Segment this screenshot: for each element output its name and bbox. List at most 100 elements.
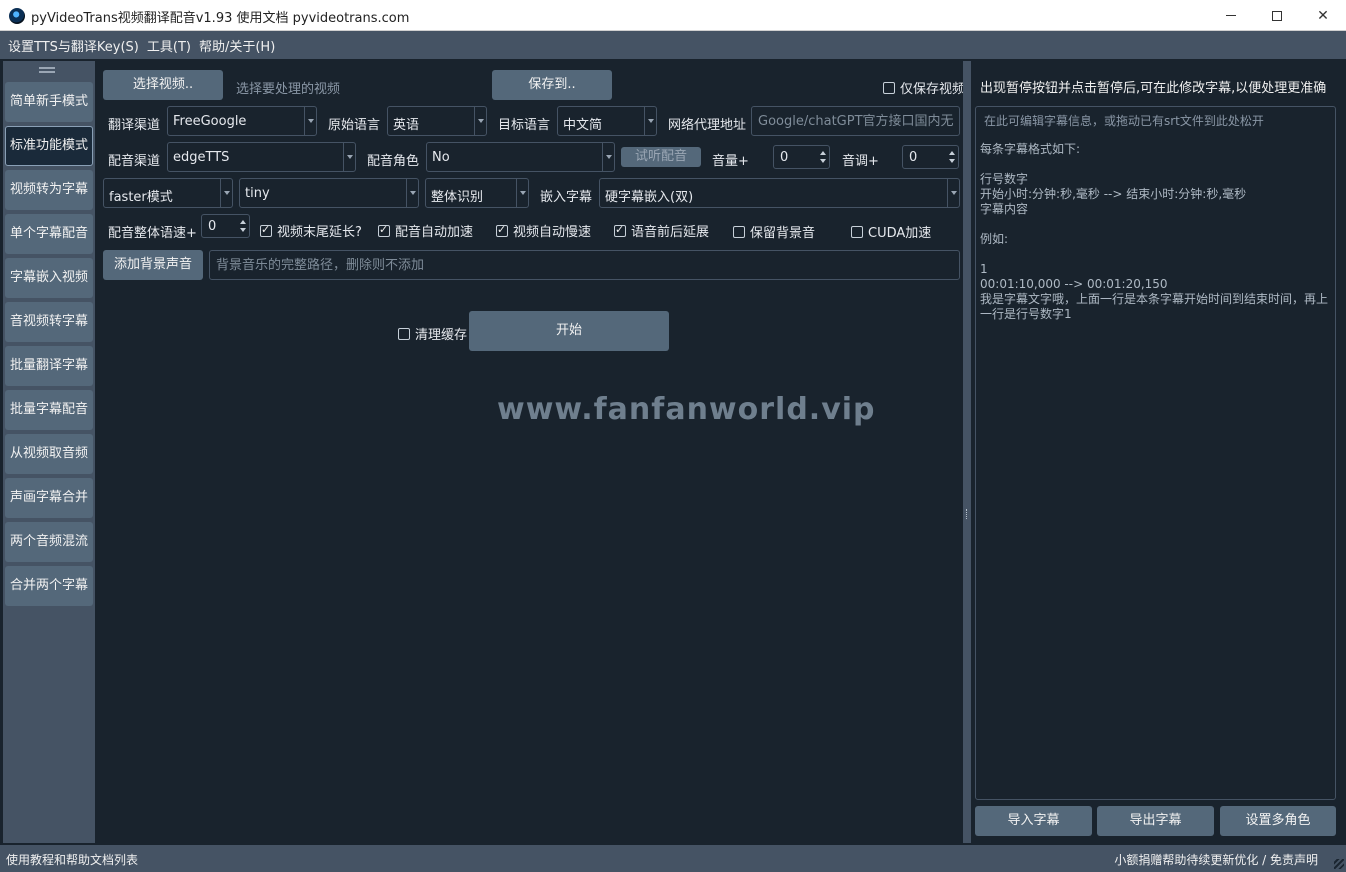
speed-stepper[interactable]: 0 — [201, 214, 250, 238]
voice-pad-label: 语音前后延展 — [631, 225, 710, 240]
resize-grip-icon[interactable] — [1334, 859, 1344, 869]
model-size-value: tiny — [245, 186, 270, 201]
sidebar-item-subtitle-dub[interactable]: 单个字幕配音 — [5, 214, 93, 254]
sidebar-item-video-to-subtitle[interactable]: 视频转为字幕 — [5, 170, 93, 210]
voice-role-label: 配音角色 — [367, 154, 420, 169]
checkbox-box — [398, 327, 410, 340]
voice-pad-checkbox[interactable]: 语音前后延展 — [614, 221, 709, 240]
sidebar-item-av-to-subtitle[interactable]: 音视频转字幕 — [5, 302, 93, 342]
select-video-button[interactable]: 选择视频.. — [103, 70, 223, 100]
model-size-select[interactable]: tiny — [239, 178, 419, 208]
add-background-audio-button[interactable]: 添加背景声音 — [103, 250, 203, 280]
minimize-icon — [1226, 15, 1236, 16]
proxy-field[interactable] — [751, 106, 960, 136]
source-language-select[interactable]: 英语 — [387, 106, 487, 136]
help-line: 我是字幕文字哦，上面一行是本条字幕开始时间到结束时间，再上一行是行号数字1 — [980, 292, 1329, 321]
sidebar-item-merge-subtitles[interactable]: 合并两个字幕 — [5, 566, 93, 606]
spin-up-icon[interactable] — [239, 218, 247, 226]
spin-up-icon[interactable] — [948, 149, 956, 157]
keep-bg-label: 保留背景音 — [750, 226, 816, 241]
close-icon: ✕ — [1317, 7, 1329, 24]
maximize-button[interactable] — [1254, 0, 1300, 31]
title-bar: pyVideoTrans视频翻译配音v1.93 使用文档 pyvideotran… — [0, 0, 1346, 31]
auto-speedup-checkbox[interactable]: 配音自动加速 — [378, 221, 473, 240]
import-subtitle-button[interactable]: 导入字幕 — [975, 806, 1092, 836]
volume-label: 音量+ — [712, 154, 749, 169]
tts-channel-select[interactable]: edgeTTS — [167, 142, 356, 172]
menu-tools[interactable]: 工具(T) — [143, 36, 195, 55]
splitter-handle-icon[interactable] — [966, 509, 968, 519]
spin-up-icon[interactable] — [819, 149, 827, 157]
clear-cache-checkbox[interactable]: 清理缓存 — [398, 324, 467, 343]
pitch-stepper[interactable]: 0 — [902, 145, 959, 169]
spin-down-icon[interactable] — [819, 157, 827, 165]
cuda-checkbox[interactable]: CUDA加速 — [851, 222, 931, 241]
proxy-input[interactable] — [752, 107, 959, 135]
tts-channel-value: edgeTTS — [173, 150, 230, 165]
checkbox-box — [614, 223, 626, 237]
subtitle-editor-placeholder: 在此可编辑字幕信息，或拖动已有srt文件到此处松开 — [984, 114, 1264, 128]
clear-cache-label: 清理缓存 — [415, 328, 468, 343]
save-to-button[interactable]: 保存到.. — [492, 70, 612, 100]
translate-channel-select[interactable]: FreeGoogle — [167, 106, 317, 136]
recognize-mode-select[interactable]: 整体识别 — [425, 178, 529, 208]
help-line: 开始小时:分钟:秒,毫秒 --> 结束小时:分钟:秒,毫秒 — [980, 187, 1247, 201]
chevron-down-icon — [406, 179, 418, 207]
target-language-select[interactable]: 中文简 — [557, 106, 657, 136]
sidebar-item-audio-mix[interactable]: 两个音频混流 — [5, 522, 93, 562]
select-video-hint: 选择要处理的视频 — [236, 82, 341, 97]
auto-slowdown-checkbox[interactable]: 视频自动慢速 — [496, 221, 591, 240]
toolbar-grip-icon[interactable] — [39, 67, 55, 73]
set-multi-role-button[interactable]: 设置多角色 — [1220, 806, 1336, 836]
sidebar-item-embed-subtitle[interactable]: 字幕嵌入视频 — [5, 258, 93, 298]
keep-bg-checkbox[interactable]: 保留背景音 — [733, 222, 815, 241]
checkbox-box — [883, 81, 895, 94]
proxy-label: 网络代理地址 — [668, 118, 747, 133]
menu-bar: 设置TTS与翻译Key(S) 工具(T) 帮助/关于(H) — [0, 31, 1346, 59]
app-logo-icon — [9, 8, 25, 24]
donate-disclaimer-link[interactable]: 小额捐赠帮助待续更新优化 / 免责声明 — [1114, 851, 1318, 868]
maximize-icon — [1272, 10, 1282, 21]
volume-stepper[interactable]: 0 — [773, 145, 830, 169]
subtitle-panel-heading: 出现暂停按钮并点击暂停后,可在此修改字幕,以便处理更准确 — [980, 81, 1327, 96]
background-audio-field[interactable] — [209, 250, 960, 280]
background-audio-input[interactable] — [210, 251, 959, 279]
help-line — [980, 217, 1332, 232]
sidebar-item-standard-mode[interactable]: 标准功能模式 — [5, 126, 93, 166]
source-language-value: 英语 — [393, 118, 420, 133]
target-language-value: 中文简 — [563, 118, 603, 133]
start-button[interactable]: 开始 — [469, 311, 669, 351]
checkbox-box — [851, 225, 863, 238]
status-bar: 使用教程和帮助文档列表 小额捐赠帮助待续更新优化 / 免责声明 — [0, 845, 1346, 872]
sidebar-item-av-merge[interactable]: 声画字幕合并 — [5, 478, 93, 518]
sidebar-item-batch-translate[interactable]: 批量翻译字幕 — [5, 346, 93, 386]
embed-subtitle-select[interactable]: 硬字幕嵌入(双) — [599, 178, 960, 208]
translate-channel-value: FreeGoogle — [173, 114, 247, 129]
panel-splitter[interactable] — [963, 61, 971, 843]
menu-settings[interactable]: 设置TTS与翻译Key(S) — [4, 36, 143, 55]
sidebar-item-simple-mode[interactable]: 简单新手模式 — [5, 82, 93, 122]
listen-voice-button[interactable]: 试听配音 — [621, 147, 701, 167]
pitch-label: 音调+ — [842, 154, 879, 169]
video-extend-checkbox[interactable]: 视频末尾延长? — [260, 221, 362, 240]
chevron-down-icon — [474, 107, 486, 135]
model-mode-select[interactable]: faster模式 — [103, 178, 233, 208]
chevron-down-icon — [516, 179, 528, 207]
sidebar-item-extract-audio[interactable]: 从视频取音频 — [5, 434, 93, 474]
export-subtitle-button[interactable]: 导出字幕 — [1097, 806, 1214, 836]
minimize-button[interactable] — [1208, 0, 1254, 31]
spin-down-icon[interactable] — [239, 226, 247, 234]
subtitle-format-help: 每条字幕格式如下: 行号数字 开始小时:分钟:秒,毫秒 --> 结束小时:分钟:… — [980, 142, 1332, 322]
checkbox-box — [378, 223, 390, 237]
menu-help[interactable]: 帮助/关于(H) — [195, 36, 279, 55]
volume-value: 0 — [780, 150, 789, 165]
spin-down-icon[interactable] — [948, 157, 956, 165]
docs-link[interactable]: 使用教程和帮助文档列表 — [6, 851, 138, 868]
only-save-video-checkbox[interactable]: 仅保存视频 — [883, 78, 965, 97]
pitch-value: 0 — [909, 150, 918, 165]
voice-role-select[interactable]: No — [426, 142, 615, 172]
subtitle-editor[interactable]: 在此可编辑字幕信息，或拖动已有srt文件到此处松开 每条字幕格式如下: 行号数字… — [975, 106, 1336, 800]
sidebar-item-batch-dub[interactable]: 批量字幕配音 — [5, 390, 93, 430]
close-button[interactable]: ✕ — [1300, 0, 1346, 31]
help-line — [980, 247, 1332, 262]
